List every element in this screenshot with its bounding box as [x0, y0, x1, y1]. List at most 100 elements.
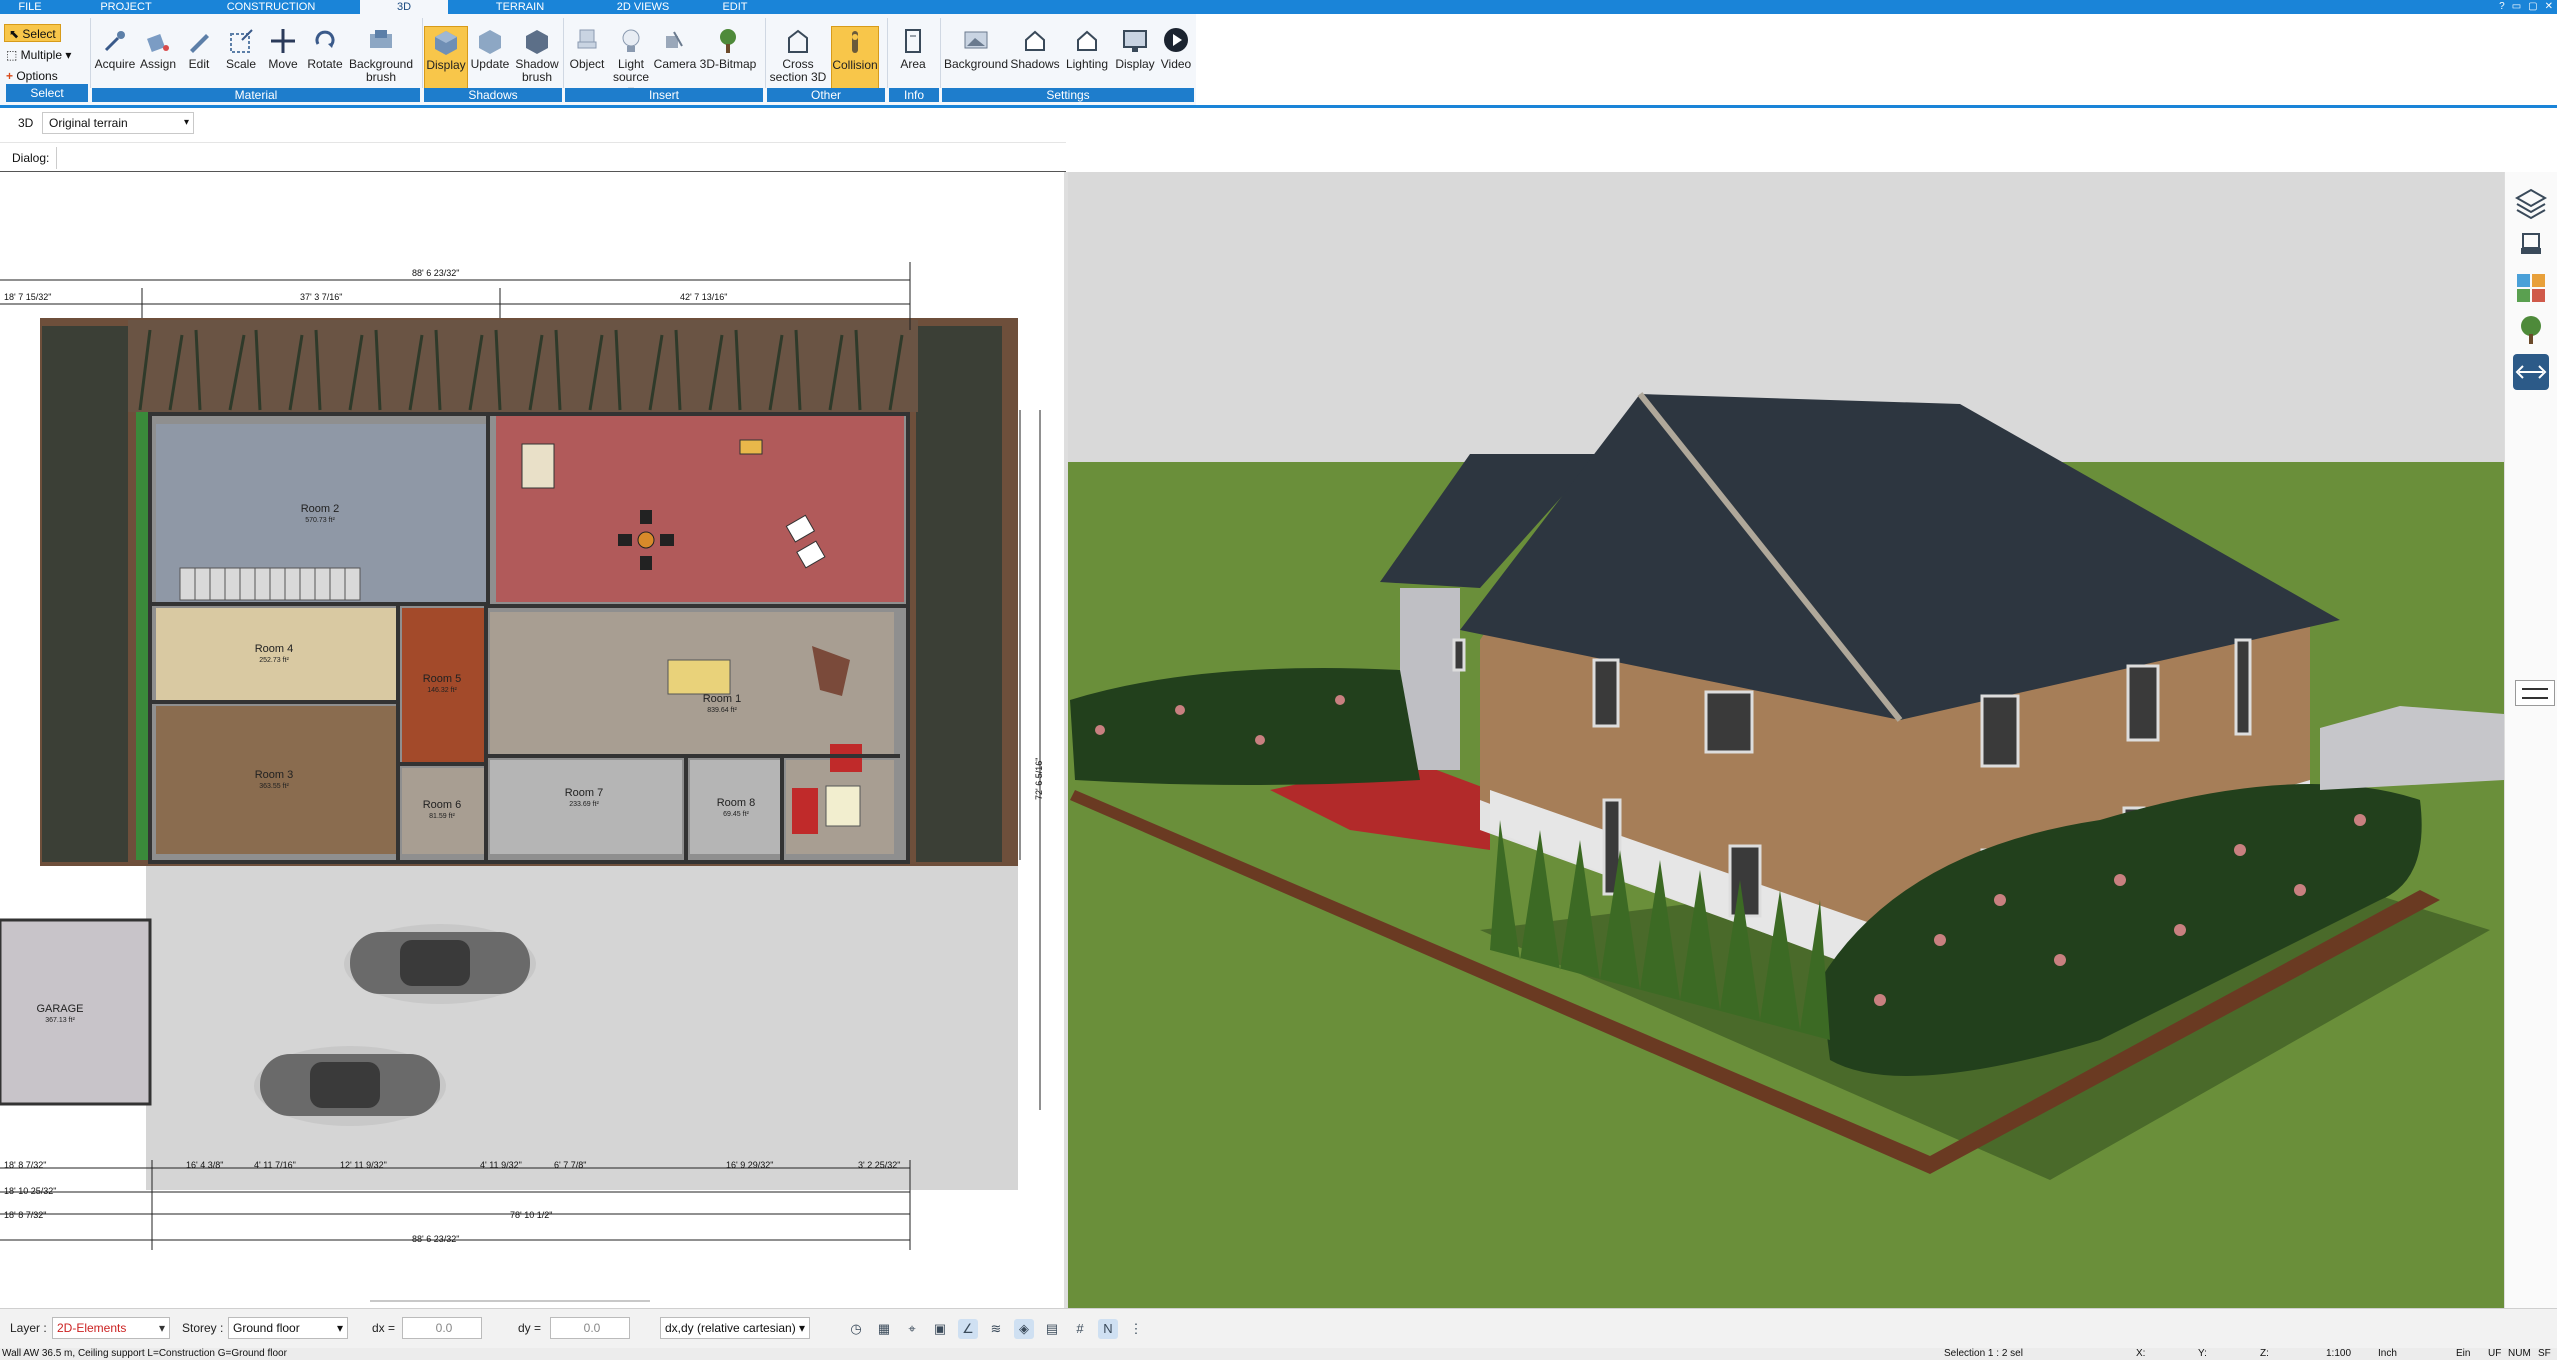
room-area: 146.32 ft² — [427, 687, 457, 694]
minimize-icon[interactable]: ▭ — [2512, 0, 2521, 14]
tab-project[interactable]: PROJECT — [95, 0, 157, 14]
dim-bottom-6: 6' 7 7/8" — [554, 1160, 586, 1170]
collision-button[interactable]: Collision — [831, 26, 879, 90]
collapse-panel-handle[interactable] — [2515, 680, 2555, 706]
dim-bottom-3: 4' 11 7/16" — [254, 1160, 296, 1170]
z-coordinate-label: Z: — [2260, 1348, 2269, 1359]
update-shadows-button[interactable]: Update — [468, 26, 512, 90]
floor-plan-view[interactable]: 88' 6 23/32" 37' 3 7/16" 42' 7 13/16" 18… — [0, 172, 1050, 1302]
shadow-brush-button[interactable]: Shadow brush — [512, 26, 562, 90]
dim-bottom-total: 88' 6 23/32" — [412, 1234, 459, 1244]
display-settings-button[interactable]: Display — [1112, 26, 1158, 90]
plan-scrollbar-horizontal[interactable] — [370, 1300, 650, 1302]
north-icon[interactable]: N — [1098, 1319, 1118, 1339]
ribbon-toolbar: ⬉ Select ⬚ Multiple ▾ + Options Select A… — [0, 14, 1196, 106]
room-label: Room 3 — [255, 769, 294, 781]
tab-file[interactable]: FILE — [10, 0, 50, 14]
info-bar: Wall AW 36.5 m, Ceiling support L=Constr… — [0, 1348, 2557, 1360]
acquire-button[interactable]: Acquire — [92, 26, 138, 90]
tree-icon — [720, 29, 736, 53]
cube-icon — [435, 31, 457, 55]
group-label-shadows: Shadows — [424, 88, 562, 102]
driveway — [146, 866, 1018, 1190]
grid-icon[interactable]: # — [1070, 1319, 1090, 1339]
more-icon[interactable]: ⋮ — [1126, 1319, 1146, 1339]
dim-left-2: 18' 8 7/32" — [4, 1210, 46, 1220]
cross-section-3d-button[interactable]: Cross section 3D — [769, 26, 827, 90]
multiple-select-icon: ⬚ — [6, 48, 21, 62]
dx-label: dx = — [372, 1321, 396, 1335]
clock-icon[interactable]: ◷ — [846, 1319, 866, 1339]
video-button[interactable]: Video — [1156, 26, 1196, 90]
select-button[interactable]: ⬉ Select — [4, 24, 61, 42]
shadows-group: Display Update Shadow brush Shadows — [424, 16, 562, 102]
ortho-icon[interactable]: ◈ — [1014, 1319, 1034, 1339]
layers-icon[interactable] — [2513, 186, 2549, 222]
room-label: Room 6 — [423, 799, 462, 811]
chevron-down-icon: ▾ — [798, 1321, 805, 1335]
3d-scene[interactable] — [1068, 172, 2504, 1308]
tab-2d-views[interactable]: 2D VIEWS — [608, 0, 678, 14]
chevron-down-icon: ▾ — [336, 1321, 343, 1335]
tab-edit[interactable]: EDIT — [715, 0, 755, 14]
hatch-icon[interactable]: ▤ — [1042, 1319, 1062, 1339]
help-icon[interactable]: ? — [2499, 0, 2505, 14]
options-button[interactable]: + Options — [6, 67, 58, 85]
3d-view[interactable] — [1068, 172, 2504, 1308]
ribbon-divider — [422, 18, 423, 88]
background-brush-button[interactable]: Background brush — [346, 26, 416, 90]
move-button[interactable]: Move — [262, 26, 304, 90]
assign-button[interactable]: Assign — [136, 26, 180, 90]
tab-3d[interactable]: 3D — [360, 0, 448, 14]
group-label-other: Other — [767, 88, 885, 102]
view-mode-label: 3D — [18, 116, 34, 130]
layer-stack-icon[interactable]: ≋ — [986, 1319, 1006, 1339]
snap-points-icon[interactable]: ⌖ — [902, 1319, 922, 1339]
shadows-settings-button[interactable]: Shadows — [1008, 26, 1062, 90]
background-settings-button[interactable]: Background — [942, 26, 1010, 90]
insert-light-source-button[interactable]: Light source ▾ — [609, 26, 653, 97]
snap-grid-icon[interactable]: ▦ — [874, 1319, 894, 1339]
coord-mode-select[interactable]: dx,dy (relative cartesian) ▾ — [660, 1317, 810, 1339]
multiple-button[interactable]: ⬚ Multiple ▾ — [6, 46, 71, 64]
collision-icon — [852, 31, 858, 53]
dx-input[interactable]: 0.0 — [402, 1317, 482, 1339]
ribbon-divider — [887, 18, 888, 88]
lock-icon[interactable]: ▣ — [930, 1319, 950, 1339]
tab-terrain[interactable]: TERRAIN — [490, 0, 550, 14]
dim-bottom-4: 12' 11 9/32" — [340, 1160, 387, 1170]
storey-select[interactable]: Ground floor ▾ — [228, 1317, 348, 1339]
display-shadows-button[interactable]: Display — [424, 26, 468, 90]
measure-icon[interactable] — [2513, 354, 2549, 390]
materials-palette-icon[interactable] — [2513, 270, 2549, 306]
layer-select[interactable]: 2D-Elements ▾ — [52, 1317, 170, 1339]
tab-construction[interactable]: CONSTRUCTION — [222, 0, 320, 14]
dim-right-side: 72' 6 5/16" — [1034, 758, 1044, 800]
storey-label: Storey : — [182, 1321, 224, 1335]
dim-bottom-2: 16' 4 3/8" — [186, 1160, 223, 1170]
floor-plan-canvas[interactable]: 88' 6 23/32" 37' 3 7/16" 42' 7 13/16" 18… — [0, 172, 1050, 1302]
terrain-view-select[interactable]: Original terrain ▾ — [42, 112, 194, 134]
plants-tree-icon[interactable] — [2513, 312, 2549, 348]
dim-top-left: 37' 3 7/16" — [300, 292, 342, 302]
edit-material-button[interactable]: Edit — [178, 26, 220, 90]
dy-input[interactable]: 0.0 — [550, 1317, 630, 1339]
ribbon-divider — [940, 18, 941, 88]
rotate-button[interactable]: Rotate — [304, 26, 346, 90]
dim-bottom-7: 16' 9 29/32" — [726, 1160, 773, 1170]
close-icon[interactable]: ✕ — [2545, 0, 2553, 14]
angle-snap-icon[interactable]: ∠ — [958, 1319, 978, 1339]
maximize-icon[interactable]: ▢ — [2528, 0, 2537, 14]
room-label: Room 1 — [703, 693, 742, 705]
furniture-chair-icon[interactable] — [2513, 228, 2549, 264]
scale-button[interactable]: Scale — [220, 26, 262, 90]
insert-camera-button[interactable]: Camera — [653, 26, 697, 90]
lighting-settings-button[interactable]: Lighting — [1062, 26, 1112, 90]
area-button[interactable]: Area — [891, 26, 935, 90]
area-icon — [905, 29, 921, 53]
insert-object-button[interactable]: Object — [565, 26, 609, 90]
dy-value: 0.0 — [583, 1321, 601, 1335]
dim-top-total: 88' 6 23/32" — [412, 268, 459, 278]
room-area: 233.69 ft² — [569, 801, 599, 808]
insert-3d-bitmap-button[interactable]: 3D-Bitmap — [697, 26, 759, 90]
